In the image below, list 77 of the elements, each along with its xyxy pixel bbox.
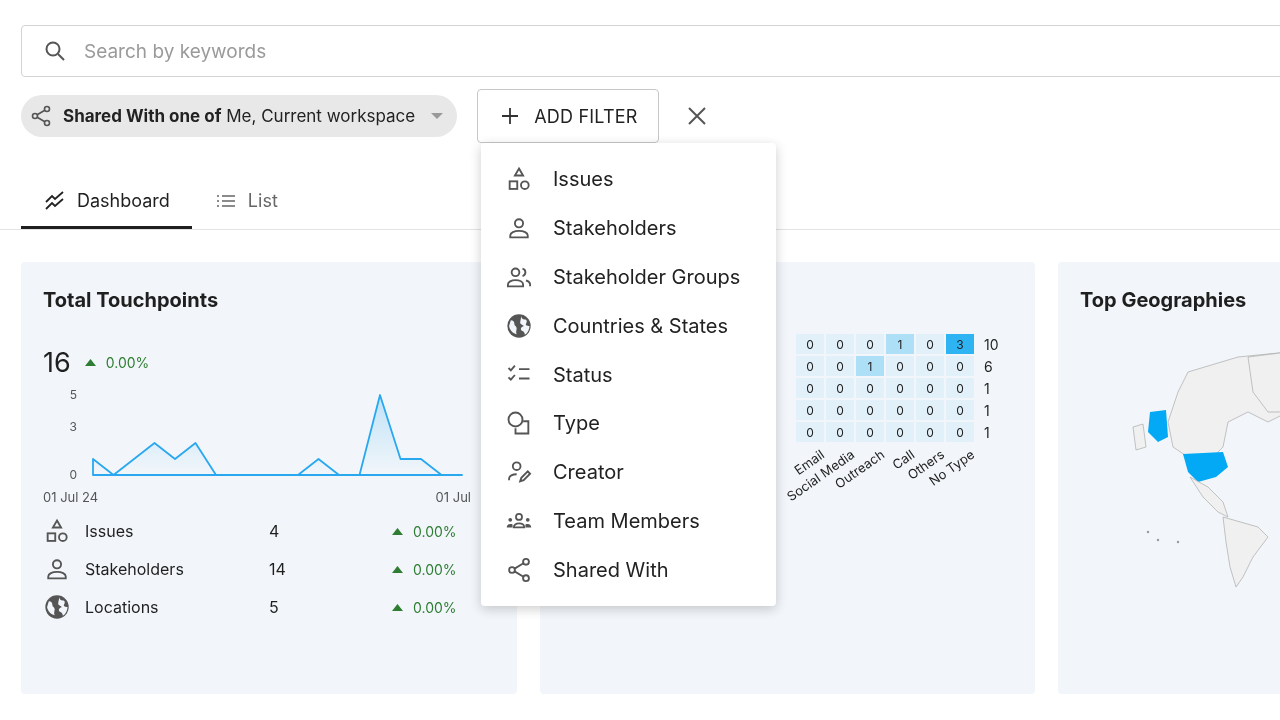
x-axis-label: 01 Jul 24	[43, 489, 99, 505]
heatmap-cell: 3	[946, 334, 974, 354]
heatmap-cell: 0	[946, 400, 974, 420]
heatmap-cell: 0	[886, 378, 914, 398]
add-filter-button[interactable]: ADD FILTER	[477, 89, 659, 143]
menu-item[interactable]: Stakeholders	[481, 203, 776, 253]
y-tick-label: 0	[69, 467, 77, 482]
tab[interactable]: List	[191, 175, 300, 229]
row-total: 10	[983, 334, 999, 354]
card-title: Top Geographies	[1080, 288, 1248, 312]
search-field[interactable]: Search by keywords	[21, 25, 1280, 77]
heatmap-cell: 0	[946, 356, 974, 376]
tab[interactable]: Dashboard	[21, 175, 192, 229]
globe-icon	[505, 311, 533, 340]
filter-chip[interactable]: Shared With one of Me, Current workspace	[21, 95, 458, 137]
menu-item[interactable]: Countries & States	[481, 301, 776, 351]
heatmap-cell: 0	[856, 422, 884, 442]
heatmap-cell: 0	[916, 356, 944, 376]
heatmap-cell: 0	[826, 378, 854, 398]
y-tick-label: 3	[69, 419, 77, 434]
metric-label: Issues	[85, 521, 135, 541]
metric-value: 5	[269, 597, 280, 617]
heatmap-cell: 0	[856, 334, 884, 354]
y-tick-label: 5	[69, 387, 77, 402]
heatmap-cell: 0	[796, 422, 824, 442]
menu-item[interactable]: Shared With	[481, 545, 776, 595]
heatmap-cell: 0	[796, 400, 824, 420]
heatmap-cell: 0	[916, 422, 944, 442]
menu-item[interactable]: Creator	[481, 447, 776, 497]
menu-item[interactable]: Issues	[481, 155, 776, 204]
heatmap-cell: 0	[826, 400, 854, 420]
row-total: 1	[983, 378, 990, 398]
menu-item[interactable]: Team Members	[481, 496, 776, 546]
up-arrow-icon	[392, 527, 403, 535]
heatmap-cell: 0	[916, 378, 944, 398]
heatmap-cell: 1	[856, 356, 884, 376]
total-count: 16	[43, 346, 71, 379]
menu-item[interactable]: Status	[481, 350, 776, 399]
up-arrow-icon	[84, 359, 96, 366]
change-percent: 0.00%	[105, 354, 150, 371]
heatmap-cell: 0	[826, 422, 854, 442]
heatmap-cell: 0	[796, 378, 824, 398]
change-percent: 0.00%	[413, 598, 457, 616]
heatmap-cell: 0	[796, 356, 824, 376]
change-percent: 0.00%	[413, 560, 457, 578]
metric-value: 4	[269, 521, 281, 541]
up-arrow-icon	[392, 565, 403, 573]
heatmap-cell: 0	[886, 422, 914, 442]
share-icon	[505, 555, 533, 584]
row-total: 1	[983, 422, 990, 442]
heatmap-cell: 1	[886, 334, 914, 354]
caret-icon	[431, 112, 444, 120]
heatmap-cell: 0	[856, 378, 884, 398]
search-icon	[43, 39, 67, 63]
heatmap-cell: 0	[856, 400, 884, 420]
heatmap-cell: 0	[946, 422, 974, 442]
menu-item[interactable]: Type	[481, 399, 776, 448]
row-total: 1	[983, 400, 990, 420]
row-total: 6	[983, 356, 993, 376]
menu-item[interactable]: Stakeholder Groups	[481, 252, 776, 302]
globe-icon	[43, 593, 71, 621]
heatmap-cell: 0	[916, 334, 944, 354]
heatmap-cell: 0	[886, 356, 914, 376]
heatmap-cell: 0	[916, 400, 944, 420]
metric-label: Stakeholders	[85, 559, 185, 579]
heatmap-cell: 0	[886, 400, 914, 420]
share-icon	[29, 104, 53, 128]
x-axis-label: 01 Jul	[435, 489, 471, 505]
change-percent: 0.00%	[413, 522, 457, 540]
heatmap-cell: 0	[796, 334, 824, 354]
metric-label: Locations	[85, 597, 160, 617]
up-arrow-icon	[392, 603, 403, 611]
card-title: Total Touchpoints	[43, 288, 220, 312]
metric-value: 14	[269, 559, 287, 579]
heatmap-cell: 0	[946, 378, 974, 398]
heatmap-cell: 0	[826, 356, 854, 376]
heatmap-cell: 0	[826, 334, 854, 354]
